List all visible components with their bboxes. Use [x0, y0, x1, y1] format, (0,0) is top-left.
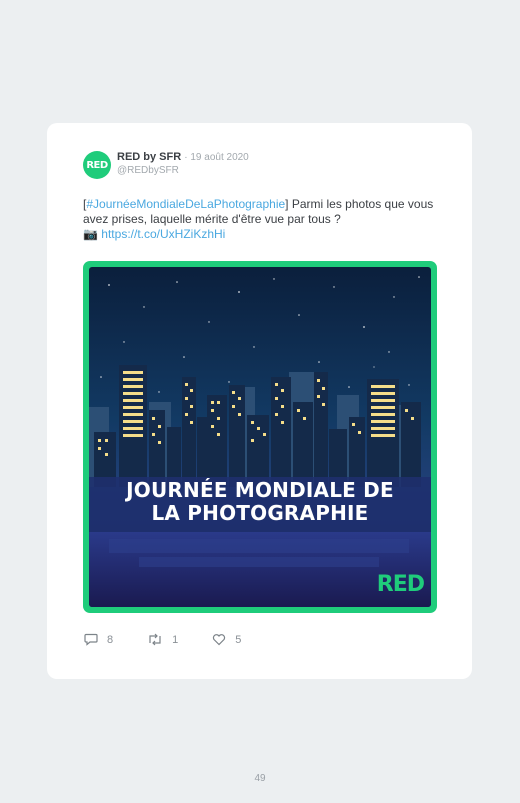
- tweet-header: RED RED by SFR · 19 août 2020 @REDbySFR: [83, 151, 249, 179]
- author-info: RED by SFR · 19 août 2020 @REDbySFR: [117, 151, 249, 177]
- retweet-count: 1: [172, 633, 179, 646]
- reply-count: 8: [107, 633, 114, 646]
- tweet-card: RED RED by SFR · 19 août 2020 @REDbySFR …: [47, 123, 472, 679]
- url-link[interactable]: https://t.co/UxHZiKzhHi: [101, 227, 225, 241]
- heart-icon: [213, 634, 226, 646]
- photo-title: JOURNÉE MONDIALE DE LA PHOTOGRAPHIE: [126, 478, 394, 525]
- red-logo: RED: [376, 572, 425, 597]
- camera-icon: 📷: [83, 227, 98, 241]
- author-handle[interactable]: @REDbySFR: [117, 164, 249, 177]
- tweet-actions: 8 1 5: [84, 633, 275, 646]
- tweet-date[interactable]: · 19 août 2020: [184, 152, 249, 163]
- hashtag-link[interactable]: #JournéeMondialeDeLaPhotographie: [86, 197, 285, 211]
- retweet-button[interactable]: 1: [147, 633, 178, 646]
- speech-bubble-icon: [84, 633, 98, 646]
- like-button[interactable]: 5: [212, 633, 241, 646]
- reply-button[interactable]: 8: [84, 633, 113, 646]
- retweet-arrows-icon: [149, 633, 161, 646]
- page-number: 49: [254, 773, 266, 784]
- like-count: 5: [235, 633, 242, 646]
- photo-image: JOURNÉE MONDIALE DE LA PHOTOGRAPHIE RED: [89, 267, 431, 607]
- tweet-text: [#JournéeMondialeDeLaPhotographie] Parmi…: [83, 197, 443, 242]
- tweet-photo[interactable]: JOURNÉE MONDIALE DE LA PHOTOGRAPHIE RED: [83, 261, 437, 613]
- author-name[interactable]: RED by SFR: [117, 151, 181, 163]
- city-skyline-illustration: [89, 267, 431, 607]
- avatar[interactable]: RED: [83, 151, 111, 179]
